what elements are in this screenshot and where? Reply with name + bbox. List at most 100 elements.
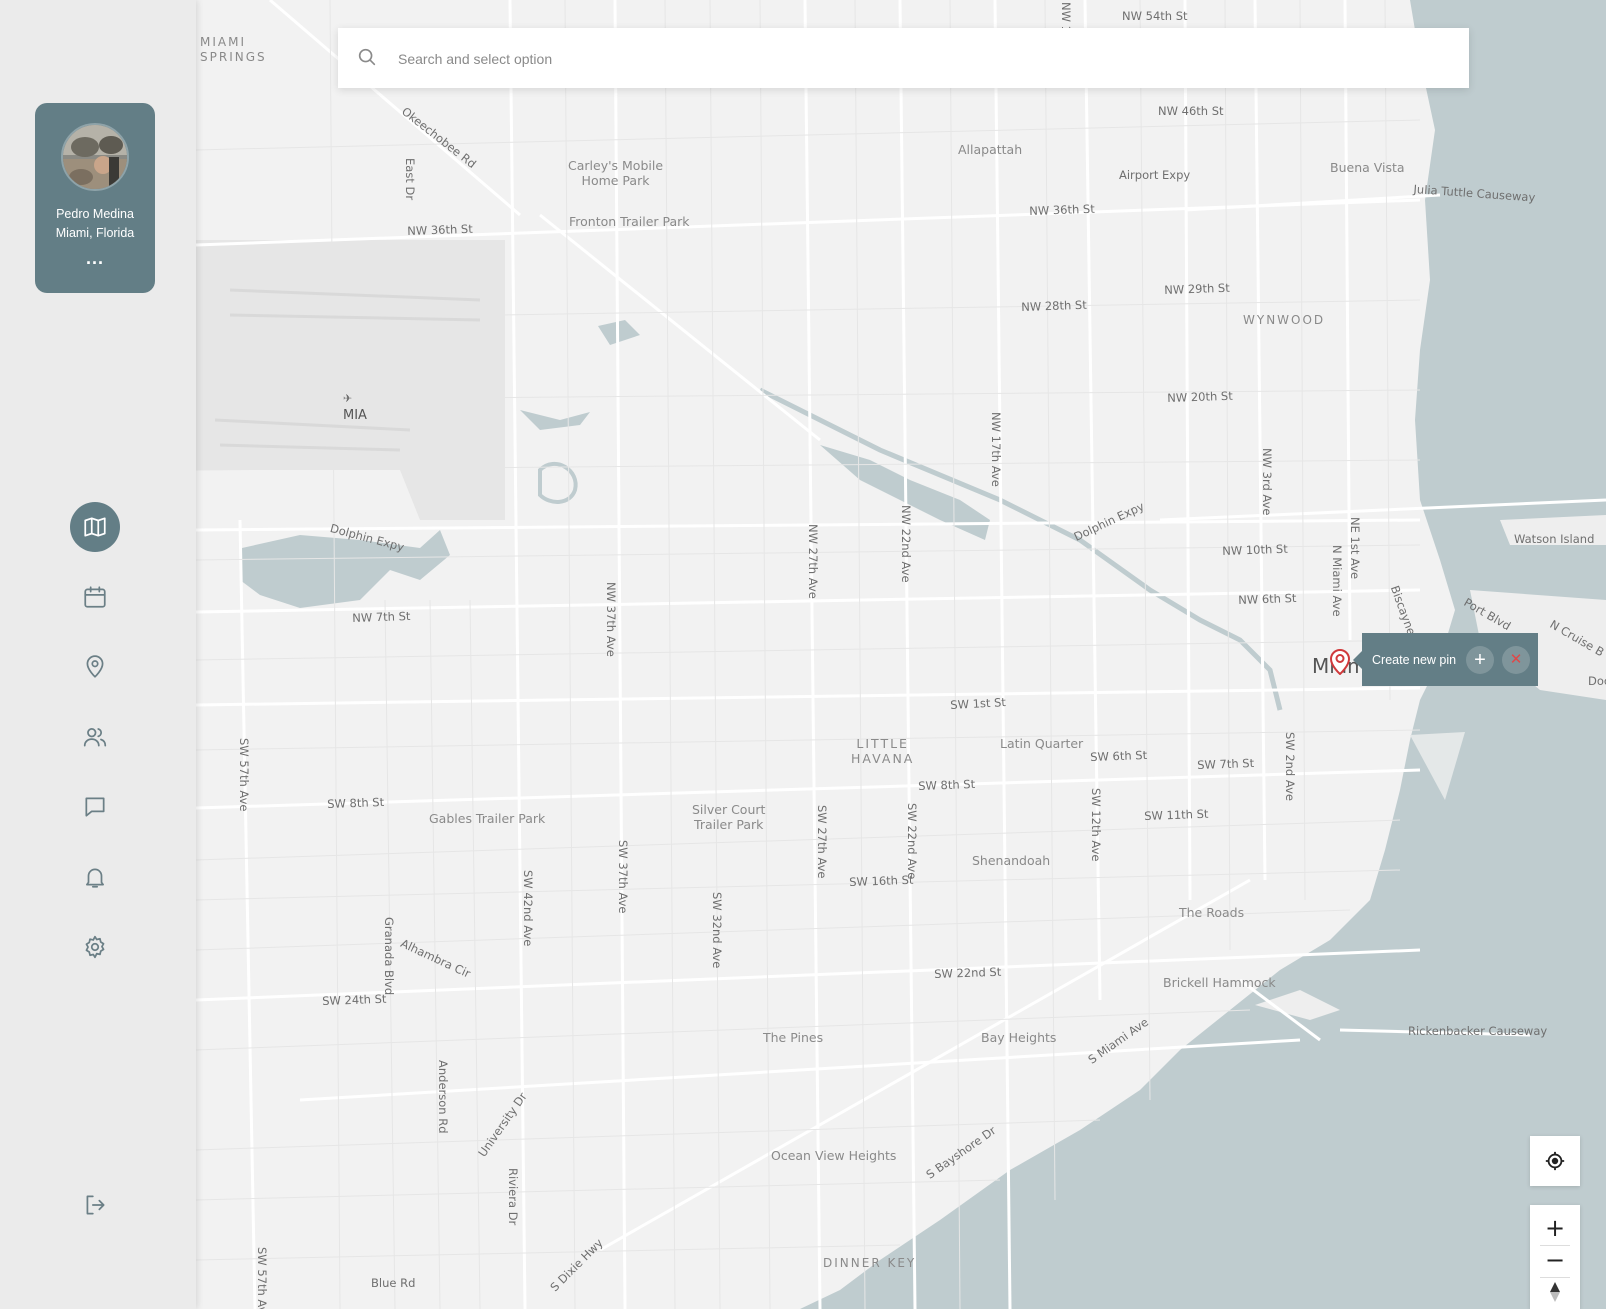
map-label-sw2ave: SW 2nd Ave — [1283, 732, 1297, 801]
map-label-silver-court: Silver Court Trailer Park — [692, 802, 766, 832]
map-label-nw28: NW 28th St — [1020, 297, 1087, 314]
add-pin-button[interactable]: + — [1466, 646, 1494, 674]
map-label-east-dr: East Dr — [403, 158, 417, 201]
map-label-sw24: SW 24th St — [321, 991, 387, 1008]
map-label-sw8-west: SW 8th St — [326, 795, 385, 811]
map-label-sw1: SW 1st St — [949, 695, 1007, 712]
map-label-rickenbacker: Rickenbacker Causeway — [1408, 1024, 1548, 1038]
map-label-ocean-view: Ocean View Heights — [771, 1148, 897, 1163]
map-label-sw27ave: SW 27th Ave — [815, 805, 829, 879]
location-pin-icon — [86, 655, 104, 678]
map-icon — [84, 517, 106, 537]
crosshair-icon — [1545, 1151, 1565, 1171]
map-label-blue-rd: Blue Rd — [371, 1276, 416, 1290]
map-label-bay-heights: Bay Heights — [981, 1030, 1057, 1045]
map-label-mia: MIA — [343, 408, 367, 423]
map-label-dinner-key: DINNER KEY — [823, 1256, 917, 1270]
logout-icon — [86, 1195, 105, 1215]
bell-icon — [86, 868, 104, 888]
nav-messages[interactable] — [70, 782, 120, 832]
map-label-sw57ave: SW 57th Ave — [237, 738, 251, 812]
location-pin-icon — [1329, 649, 1351, 676]
map-label-sw11: SW 11th St — [1143, 806, 1209, 823]
map-label-sw22: SW 22nd St — [933, 964, 1002, 981]
map-label-buena-vista: Buena Vista — [1330, 160, 1405, 175]
map-label-sw12ave: SW 12th Ave — [1089, 788, 1103, 862]
profile-info: Pedro Medina Miami, Florida — [35, 205, 155, 243]
map-label-nw37ave: NW 37th Ave — [604, 582, 618, 657]
map-label-sw32ave: SW 32nd Ave — [710, 892, 724, 969]
search-input[interactable] — [396, 28, 1440, 90]
nav-users[interactable] — [70, 712, 120, 762]
nav-notifications[interactable] — [70, 852, 120, 902]
create-pin-label: Create new pin — [1372, 652, 1457, 667]
close-popup-button[interactable]: ✕ — [1502, 646, 1530, 674]
map-label-sw8-east: SW 8th St — [917, 777, 976, 793]
nav-map[interactable] — [70, 502, 120, 552]
zoom-in-button[interactable]: + — [1530, 1213, 1580, 1243]
profile-name: Pedro Medina — [56, 207, 134, 221]
map-label-watson: Watson Island — [1514, 532, 1595, 546]
map-label-nw6: NW 6th St — [1237, 590, 1297, 607]
map-label-nw22ave: NW 22nd Ave — [899, 505, 913, 583]
map-label-nw7: NW 7th St — [351, 608, 411, 625]
map-label-latin-quarter: Latin Quarter — [1000, 736, 1084, 751]
map-label-brickell: Brickell Hammock — [1163, 975, 1276, 990]
more-options-button[interactable]: ... — [35, 249, 155, 267]
profile-card[interactable]: Pedro Medina Miami, Florida ... — [35, 103, 155, 293]
map-label-allapattah: Allapattah — [958, 142, 1023, 157]
map-label-shenandoah: Shenandoah — [972, 853, 1051, 868]
nav-locations[interactable] — [70, 642, 120, 692]
map-label-sw57ave-south: SW 57th Ave — [255, 1247, 269, 1309]
settings-icon — [85, 935, 105, 959]
sidebar: Pedro Medina Miami, Florida ... — [0, 0, 196, 1309]
map-label-ne1ave: NE 1st Ave — [1348, 517, 1362, 580]
map-label-sw16: SW 16th St — [848, 872, 914, 889]
airport-icon: ✈ — [343, 392, 353, 405]
map-label-granada: Granada Blvd — [382, 917, 396, 996]
map-label-carleys: Carley's Mobile Home Park — [568, 158, 664, 188]
map-label-the-pines: The Pines — [763, 1030, 824, 1045]
profile-location: Miami, Florida — [55, 226, 135, 240]
calendar-icon — [84, 586, 106, 608]
map-label-wynwood: WYNWOOD — [1243, 313, 1326, 327]
nav-calendar[interactable] — [70, 572, 120, 622]
map-label-sw6: SW 6th St — [1089, 748, 1148, 764]
map-label-nw29: NW 29th St — [1163, 280, 1230, 297]
zoom-out-button[interactable]: − — [1530, 1245, 1580, 1275]
search-icon — [356, 46, 378, 73]
compass-icon — [1550, 1282, 1560, 1302]
map-label-nw3ave: NW 3rd Ave — [1260, 448, 1274, 516]
map-label-dod: Doc — [1588, 674, 1606, 688]
create-pin-popup: Create new pin + ✕ — [1353, 633, 1538, 686]
map-label-little-havana: LITTLE HAVANA — [851, 736, 915, 766]
map-label-nw36-west: NW 36th St — [406, 221, 473, 238]
users-icon — [83, 728, 107, 747]
compass-button[interactable] — [1530, 1277, 1580, 1307]
map-label-gables: Gables Trailer Park — [429, 811, 546, 826]
map-label-n-miami-ave: N Miami Ave — [1330, 545, 1344, 617]
map-label-miami-springs: MIAMI SPRINGS — [200, 35, 267, 64]
map-label-fronton: Fronton Trailer Park — [569, 214, 690, 229]
map-label-sw7: SW 7th St — [1196, 756, 1255, 772]
map-label-nw54: NW 54th St — [1122, 9, 1188, 23]
nav-settings[interactable] — [70, 922, 120, 972]
map-label-riviera: Riviera Dr — [506, 1168, 520, 1226]
map-pin[interactable] — [1329, 647, 1351, 680]
map-label-the-roads: The Roads — [1179, 905, 1245, 920]
map-label-airport-expy: Airport Expy — [1119, 168, 1191, 182]
map-label-nw27ave: NW 27th Ave — [806, 524, 820, 599]
logout-button[interactable] — [70, 1180, 120, 1230]
locate-button[interactable] — [1530, 1136, 1580, 1186]
map-label-sw22ave: SW 22nd Ave — [905, 803, 919, 880]
map-label-anderson: Anderson Rd — [436, 1060, 450, 1134]
map-label-nw20: NW 20th St — [1166, 388, 1233, 405]
map-label-nw10: NW 10th St — [1221, 541, 1288, 558]
map-label-nw17ave: NW 17th Ave — [989, 412, 1003, 487]
map-label-sw42ave: SW 42nd Ave — [521, 870, 535, 947]
map-label-nw36-east: NW 36th St — [1028, 201, 1095, 218]
map-label-nw46: NW 46th St — [1158, 104, 1224, 118]
search-bar — [338, 28, 1469, 90]
map-label-sw37ave: SW 37th Ave — [616, 840, 630, 914]
avatar — [61, 123, 129, 191]
